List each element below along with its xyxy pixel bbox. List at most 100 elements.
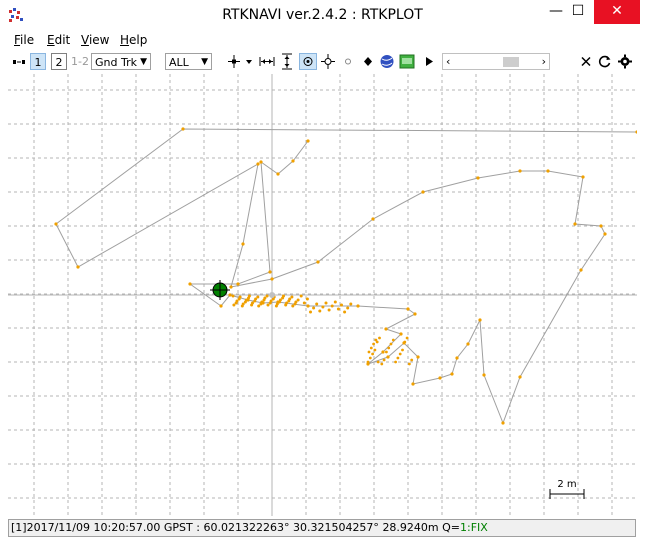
close-window-button[interactable]: ✕ bbox=[594, 0, 640, 24]
track-point bbox=[219, 304, 223, 308]
track-point bbox=[373, 348, 377, 352]
track-point bbox=[236, 282, 240, 286]
track-point bbox=[291, 304, 295, 308]
track-point bbox=[241, 302, 245, 306]
track-point bbox=[372, 342, 375, 346]
track-point bbox=[316, 260, 320, 264]
solution-12-button[interactable]: 1-2 bbox=[70, 53, 90, 70]
track-point bbox=[410, 358, 414, 362]
status-bar: [1]2017/11/09 10:20:57.00 GPST : 60.0213… bbox=[8, 519, 636, 537]
plot-type-select[interactable]: Gnd Trk ▼ bbox=[91, 53, 151, 70]
track-point bbox=[356, 304, 360, 308]
track-point bbox=[398, 352, 402, 356]
track-point bbox=[385, 350, 388, 354]
crosshair-icon[interactable] bbox=[320, 53, 336, 70]
track-point bbox=[405, 336, 409, 340]
status-solution-index: [1] bbox=[11, 521, 27, 534]
track-point bbox=[306, 139, 310, 143]
track-point bbox=[285, 301, 289, 305]
track-point bbox=[181, 127, 185, 131]
background-image-icon[interactable] bbox=[399, 53, 415, 70]
scrollbar-thumb[interactable] bbox=[503, 57, 519, 67]
track-point bbox=[254, 297, 258, 301]
menu-help[interactable]: Help bbox=[120, 33, 147, 47]
show-track-icon[interactable] bbox=[299, 53, 317, 70]
dropdown-arrow-icon[interactable] bbox=[244, 53, 254, 70]
play-icon[interactable] bbox=[422, 53, 436, 70]
map-globe-icon[interactable] bbox=[379, 53, 395, 70]
track-point bbox=[302, 301, 306, 305]
track-point bbox=[482, 373, 486, 377]
connect-icon[interactable] bbox=[12, 53, 26, 70]
status-height: 28.9240m bbox=[382, 521, 439, 534]
gear-icon[interactable] bbox=[617, 53, 633, 70]
track-point bbox=[369, 346, 373, 350]
menu-view[interactable]: View bbox=[81, 33, 109, 47]
track-points bbox=[54, 127, 637, 425]
track-point bbox=[501, 421, 505, 425]
track-point bbox=[238, 295, 242, 299]
track-point bbox=[401, 348, 404, 352]
solution-1-button[interactable]: 1 bbox=[30, 53, 46, 70]
track-point bbox=[381, 350, 385, 354]
track-point bbox=[76, 265, 80, 269]
menu-edit[interactable]: Edit bbox=[47, 33, 70, 47]
track-point bbox=[247, 294, 251, 298]
track-line bbox=[55, 128, 637, 425]
track-point bbox=[268, 270, 272, 274]
track-point bbox=[244, 298, 248, 302]
track-point bbox=[269, 299, 273, 303]
quality-filter-select[interactable]: ALL ▼ bbox=[165, 53, 212, 70]
fit-horizontal-icon[interactable] bbox=[259, 53, 275, 70]
track-point bbox=[411, 382, 415, 386]
track-point bbox=[413, 312, 417, 316]
status-fix: 1:FIX bbox=[460, 521, 488, 534]
plot-canvas[interactable]: 2 m bbox=[8, 74, 637, 516]
center-origin-icon[interactable] bbox=[226, 53, 242, 70]
track-point bbox=[476, 176, 480, 180]
point-filled-icon[interactable] bbox=[360, 53, 376, 70]
track-point bbox=[263, 296, 267, 300]
track-point bbox=[478, 318, 482, 322]
track-point bbox=[382, 358, 386, 362]
track-point bbox=[518, 375, 522, 379]
clear-icon[interactable] bbox=[578, 53, 594, 70]
track-point bbox=[228, 293, 232, 297]
reload-icon[interactable] bbox=[597, 53, 613, 70]
menu-file[interactable]: File bbox=[14, 33, 34, 47]
track-point bbox=[394, 360, 397, 364]
track-point bbox=[399, 332, 403, 336]
track-point bbox=[324, 301, 328, 305]
scroll-left-icon[interactable]: ‹ bbox=[446, 53, 450, 70]
track-point bbox=[579, 268, 583, 272]
track-point bbox=[391, 338, 395, 342]
solution-2-button[interactable]: 2 bbox=[51, 53, 67, 70]
track-point bbox=[366, 360, 370, 364]
track-point bbox=[229, 285, 233, 289]
track-point bbox=[54, 222, 58, 226]
track-point bbox=[546, 169, 550, 173]
track-point bbox=[340, 303, 343, 307]
track-point bbox=[336, 307, 340, 311]
track-point bbox=[188, 282, 192, 286]
status-separator: : bbox=[196, 521, 200, 534]
track-point bbox=[275, 302, 279, 306]
track-point bbox=[299, 294, 303, 298]
fit-vertical-icon[interactable] bbox=[279, 53, 295, 70]
menu-bar: File Edit View Help bbox=[0, 31, 645, 51]
track-point bbox=[333, 300, 337, 304]
point-outline-icon[interactable] bbox=[340, 53, 356, 70]
toolbar: 1 2 1-2 Gnd Trk ▼ ALL ▼ ‹ › bbox=[0, 51, 645, 73]
title-bar[interactable]: RTKNAVI ver.2.4.2 : RTKPLOT — ☐ ✕ bbox=[0, 0, 645, 30]
track-point bbox=[330, 304, 334, 308]
chevron-down-icon: ▼ bbox=[201, 57, 208, 67]
status-time: 2017/11/09 10:20:57.00 GPST bbox=[26, 521, 193, 534]
track-point bbox=[581, 175, 585, 179]
track-point bbox=[282, 294, 285, 298]
track-point bbox=[455, 356, 459, 360]
ground-track-plot[interactable]: 2 m bbox=[8, 74, 637, 516]
maximize-button[interactable]: ☐ bbox=[564, 0, 592, 24]
time-scrollbar[interactable]: ‹ › bbox=[442, 53, 550, 70]
track-point bbox=[371, 217, 375, 221]
scroll-right-icon[interactable]: › bbox=[542, 53, 546, 70]
